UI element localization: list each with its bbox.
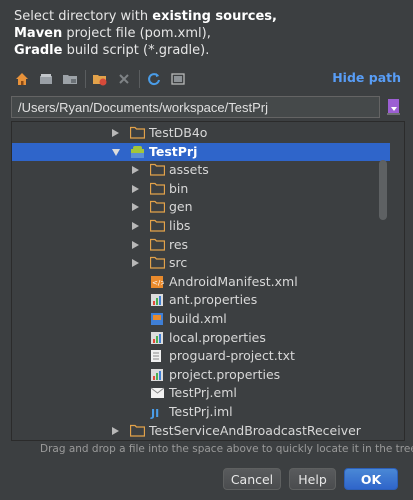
tree-row-label: AndroidManifest.xml bbox=[169, 273, 298, 289]
tree-row[interactable]: TestPrj.eml bbox=[12, 384, 390, 402]
tree-row-label: TestServiceAndBroadcastReceiver bbox=[149, 422, 361, 438]
tree-row-label: TestPrj.iml bbox=[169, 404, 233, 419]
tree-row[interactable]: local.properties bbox=[12, 329, 390, 347]
ok-button[interactable]: OK bbox=[344, 468, 398, 490]
description-bold: Gradle bbox=[14, 43, 63, 58]
tree-row[interactable]: proguard-project.txt bbox=[12, 347, 390, 365]
hide-path-link[interactable]: Hide path bbox=[332, 70, 401, 85]
tree-row-label: TestPrj bbox=[149, 143, 198, 159]
folder-icon bbox=[149, 219, 166, 233]
folder-icon bbox=[149, 256, 166, 270]
collapsed-arrow-icon[interactable] bbox=[132, 240, 139, 249]
tree-row-label: ant.properties bbox=[169, 292, 258, 308]
expanded-arrow-icon[interactable] bbox=[112, 148, 120, 156]
description-bold: Maven bbox=[14, 26, 63, 41]
delete-icon[interactable] bbox=[114, 69, 134, 89]
properties-file-icon bbox=[150, 293, 165, 307]
eml-file-icon bbox=[150, 386, 165, 400]
folder-icon bbox=[129, 424, 146, 438]
tree-row[interactable]: gen bbox=[12, 198, 390, 216]
tree-row-label: local.properties bbox=[169, 329, 266, 345]
tree-row-label: bin bbox=[169, 180, 189, 196]
tree-row[interactable]: build.xml bbox=[12, 310, 390, 328]
collapsed-arrow-icon[interactable] bbox=[112, 129, 119, 137]
project-folder-icon[interactable] bbox=[60, 69, 80, 89]
tree-row-label: TestDB4o bbox=[149, 125, 208, 140]
refresh-icon[interactable] bbox=[144, 69, 164, 89]
toolbar-separator bbox=[85, 70, 86, 88]
ant-file-icon bbox=[150, 312, 165, 326]
dialog-description: Select directory with existing sources, … bbox=[14, 8, 404, 59]
text-file-icon bbox=[150, 349, 165, 363]
tree-scrollbar[interactable] bbox=[379, 160, 387, 220]
help-button[interactable]: Help bbox=[289, 468, 336, 490]
path-history-icon[interactable] bbox=[385, 97, 405, 117]
drag-drop-hint: Drag and drop a file into the space abov… bbox=[40, 443, 413, 455]
collapsed-arrow-icon[interactable] bbox=[132, 259, 139, 268]
tree-row[interactable]: TestPrj bbox=[12, 142, 390, 161]
new-folder-icon[interactable] bbox=[90, 69, 110, 89]
tree-row[interactable]: assets bbox=[12, 161, 390, 179]
file-tree[interactable]: TestDB4o TestPrj assets bin gen libs res src </>… bbox=[11, 121, 405, 441]
tree-row-label: src bbox=[169, 255, 188, 271]
properties-file-icon bbox=[150, 368, 165, 382]
xml-file-icon: </> bbox=[150, 275, 166, 289]
show-hidden-icon[interactable] bbox=[168, 69, 188, 89]
tree-row-label: build.xml bbox=[169, 311, 227, 326]
collapsed-arrow-icon[interactable] bbox=[132, 166, 139, 175]
file-chooser-toolbar: Hide path bbox=[10, 66, 405, 92]
collapsed-arrow-icon[interactable] bbox=[132, 222, 139, 230]
tree-row[interactable]: ant.properties bbox=[12, 291, 390, 309]
folder-icon bbox=[149, 182, 166, 196]
path-input[interactable] bbox=[11, 96, 380, 118]
cancel-button[interactable]: Cancel bbox=[223, 468, 281, 490]
android-module-icon bbox=[130, 145, 145, 159]
tree-row-label: TestPrj.eml bbox=[169, 385, 237, 401]
description-text: project file (pom.xml), bbox=[62, 26, 211, 41]
folder-icon bbox=[149, 163, 166, 177]
tree-row[interactable]: TestServiceAndBroadcastReceiver bbox=[12, 422, 390, 440]
tree-row-label: assets bbox=[169, 162, 209, 178]
desktop-icon[interactable] bbox=[36, 69, 56, 89]
collapsed-arrow-icon[interactable] bbox=[112, 426, 119, 435]
tree-row[interactable]: src bbox=[12, 254, 390, 272]
toolbar-separator bbox=[139, 70, 140, 88]
home-icon[interactable] bbox=[12, 69, 32, 89]
description-bold: existing sources, bbox=[152, 9, 277, 24]
tree-row[interactable]: project.properties bbox=[12, 366, 390, 384]
tree-row-label: proguard-project.txt bbox=[169, 348, 295, 364]
tree-row-label: libs bbox=[169, 218, 191, 233]
iml-file-icon: JI bbox=[150, 405, 165, 420]
properties-file-icon bbox=[150, 331, 165, 345]
tree-row-label: res bbox=[169, 236, 189, 252]
tree-row-label: project.properties bbox=[169, 366, 281, 382]
folder-icon bbox=[149, 200, 166, 214]
svg-text:JI: JI bbox=[150, 407, 159, 419]
svg-text:</>: </> bbox=[152, 279, 164, 287]
tree-row[interactable]: bin bbox=[12, 180, 390, 198]
tree-row[interactable]: </> AndroidManifest.xml bbox=[12, 273, 390, 291]
collapsed-arrow-icon[interactable] bbox=[132, 184, 139, 193]
description-text: Select directory with bbox=[14, 9, 153, 24]
folder-icon bbox=[149, 238, 166, 252]
description-text: build script (*.gradle). bbox=[62, 43, 210, 58]
tree-row[interactable]: TestDB4o bbox=[12, 124, 390, 142]
collapsed-arrow-icon[interactable] bbox=[132, 203, 139, 212]
tree-row[interactable]: res bbox=[12, 236, 390, 254]
tree-row-label: gen bbox=[169, 199, 193, 215]
tree-row[interactable]: libs bbox=[12, 217, 390, 235]
tree-row[interactable]: JI TestPrj.iml bbox=[12, 403, 390, 421]
folder-icon bbox=[129, 126, 146, 140]
